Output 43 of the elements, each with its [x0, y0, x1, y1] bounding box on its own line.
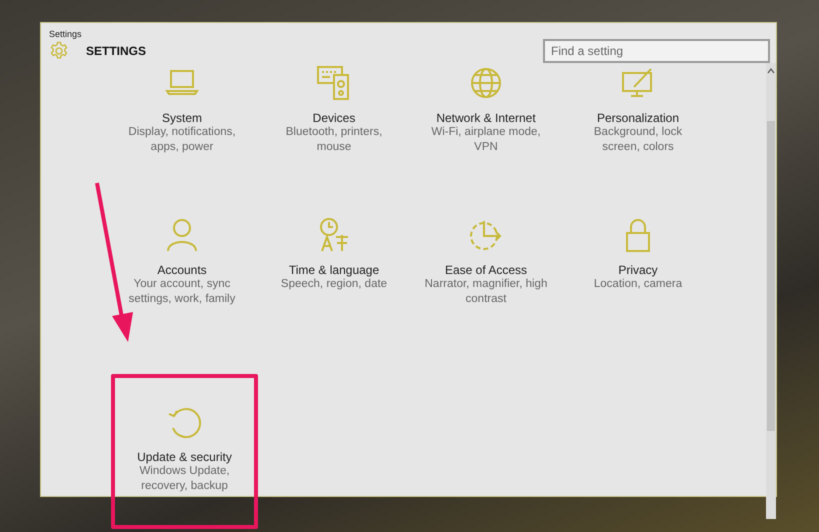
- settings-category[interactable]: Ease of Access Narrator, magnifier, high contrast: [410, 215, 562, 367]
- settings-category[interactable]: Accounts Your account, sync settings, work, family: [106, 215, 258, 367]
- category-label: Accounts: [157, 263, 207, 277]
- category-description: Wi-Fi, airplane mode, VPN: [430, 125, 542, 155]
- settings-category[interactable]: Update & security Windows Update, recovery, backup: [111, 374, 258, 529]
- category-description: Background, lock screen, colors: [592, 125, 684, 155]
- search-field[interactable]: Find a setting: [543, 39, 770, 63]
- scroll-up-icon[interactable]: [767, 67, 775, 75]
- category-description: Windows Update, recovery, backup: [138, 464, 231, 494]
- category-description: Speech, region, date: [280, 277, 388, 292]
- settings-category[interactable]: System Display, notifications, apps, power: [106, 63, 258, 215]
- scrollbar-thumb[interactable]: [767, 121, 775, 431]
- category-label: Privacy: [618, 263, 658, 277]
- scrollbar[interactable]: [766, 63, 776, 519]
- keyboard-speaker-icon: [317, 66, 349, 100]
- laptop-icon: [165, 70, 199, 95]
- category-label: Network & Internet: [436, 111, 536, 125]
- category-label: Update & security: [137, 450, 232, 464]
- category-description: Bluetooth, printers, mouse: [284, 125, 384, 155]
- category-description: Display, notifications, apps, power: [127, 125, 237, 155]
- page-heading: SETTINGS: [86, 44, 146, 58]
- settings-category[interactable]: Network & Internet Wi-Fi, airplane mode, VPN: [410, 63, 562, 215]
- category-label: Time & language: [288, 263, 380, 277]
- dashed-clock-icon: [470, 220, 502, 250]
- category-description: Narrator, magnifier, high contrast: [424, 277, 548, 307]
- clock-letters-icon: [320, 218, 349, 252]
- refresh-icon: [168, 408, 201, 438]
- window-title: Settings: [48, 28, 83, 39]
- category-label: System: [162, 111, 202, 125]
- settings-category[interactable]: Time & language Speech, region, date: [258, 215, 410, 367]
- settings-category[interactable]: Devices Bluetooth, printers, mouse: [258, 63, 410, 215]
- globe-icon: [471, 68, 501, 98]
- monitor-brush-icon: [622, 68, 652, 97]
- category-description: Location, camera: [592, 277, 684, 292]
- settings-category[interactable]: Privacy Location, camera: [562, 215, 714, 367]
- category-label: Devices: [312, 111, 356, 125]
- category-description: Your account, sync settings, work, family: [128, 277, 236, 307]
- lock-icon: [626, 219, 650, 252]
- category-label: Ease of Access: [444, 263, 528, 277]
- settings-category[interactable]: Personalization Background, lock screen, colors: [562, 63, 714, 215]
- settings-icon: [49, 41, 69, 61]
- category-label: Personalization: [596, 111, 680, 125]
- person-icon: [167, 219, 197, 252]
